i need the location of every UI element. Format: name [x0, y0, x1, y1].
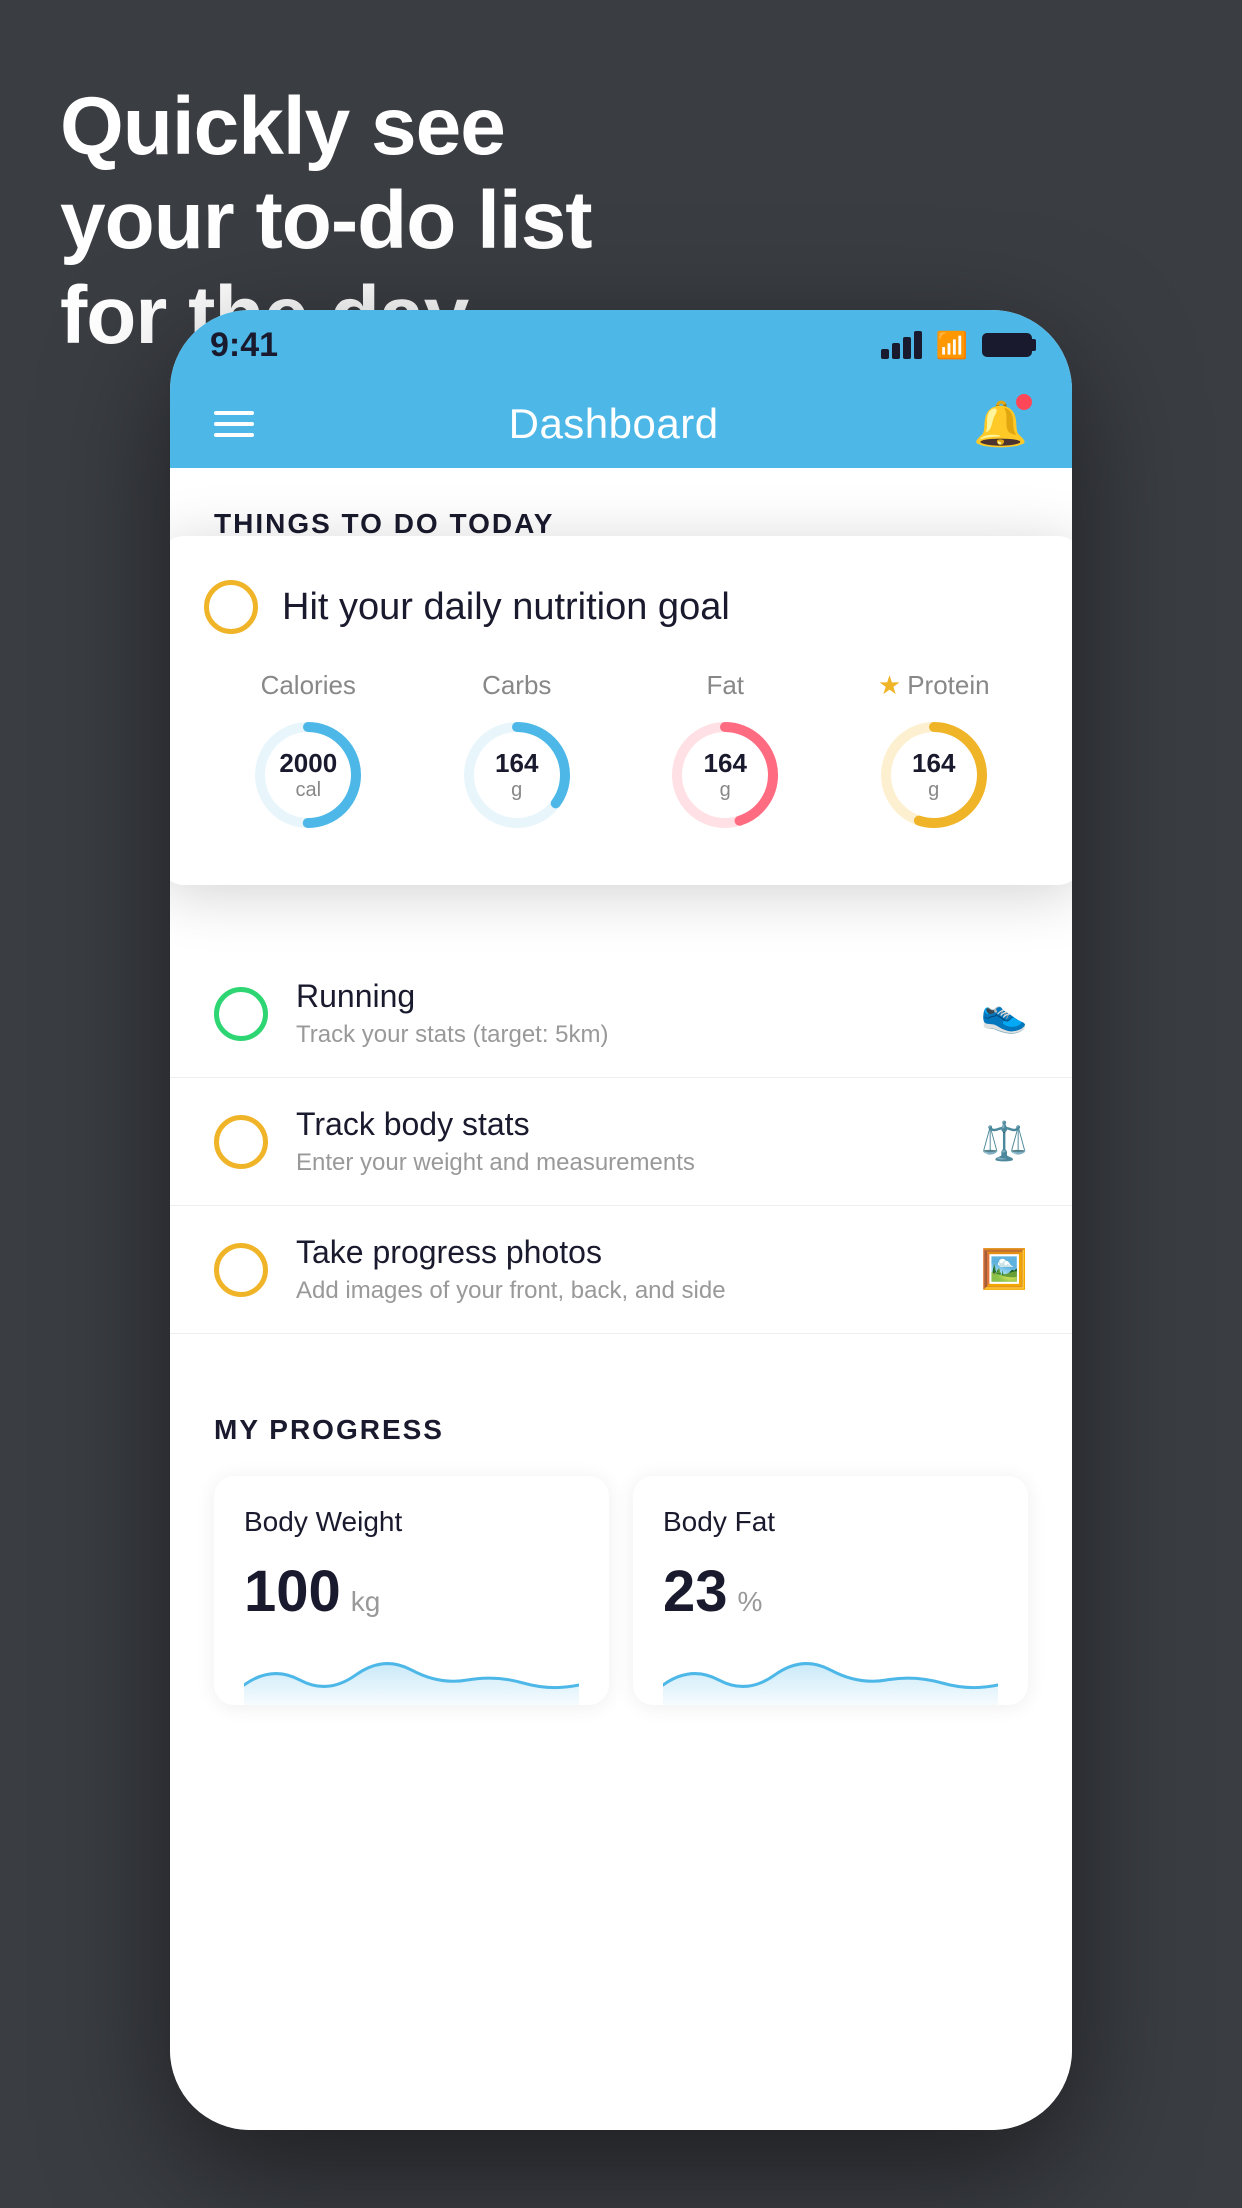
progress-value: 23 % — [663, 1558, 998, 1625]
donut-chart: 164 g — [665, 715, 785, 835]
status-icons: 📶 — [881, 330, 1032, 361]
todo-circle — [214, 1243, 268, 1297]
navbar: Dashboard 🔔 — [170, 380, 1072, 468]
progress-card-title: Body Weight — [244, 1506, 579, 1538]
progress-card[interactable]: Body Weight 100 kg — [214, 1476, 609, 1705]
donut-chart: 164 g — [874, 715, 994, 835]
status-bar: 9:41 📶 — [170, 310, 1072, 380]
card-title: Hit your daily nutrition goal — [282, 586, 730, 629]
todo-title: Running — [296, 978, 953, 1015]
todo-text: Track body stats Enter your weight and m… — [296, 1106, 953, 1177]
nutrition-item: Carbs 164 g — [457, 670, 577, 835]
progress-title: MY PROGRESS — [214, 1414, 1028, 1446]
nutrition-label: ★ Protein — [878, 670, 990, 701]
status-time: 9:41 — [210, 326, 278, 365]
todo-item[interactable]: Take progress photos Add images of your … — [170, 1206, 1072, 1334]
progress-section: MY PROGRESS Body Weight 100 kg Body — [170, 1364, 1072, 1705]
donut-chart: 2000 cal — [248, 715, 368, 835]
task-circle-nutrition — [204, 580, 258, 634]
nutrition-item: Fat 164 g — [665, 670, 785, 835]
todo-subtitle: Track your stats (target: 5km) — [296, 1021, 953, 1049]
mini-chart — [244, 1645, 579, 1705]
progress-number: 23 — [663, 1558, 728, 1625]
todo-list: Running Track your stats (target: 5km) 👟… — [170, 950, 1072, 1334]
todo-subtitle: Add images of your front, back, and side — [296, 1277, 953, 1305]
progress-cards: Body Weight 100 kg Body Fat 23 % — [214, 1476, 1028, 1705]
todo-action-icon: 👟 — [981, 992, 1028, 1036]
todo-circle — [214, 987, 268, 1041]
todo-text: Running Track your stats (target: 5km) — [296, 978, 953, 1049]
todo-title: Take progress photos — [296, 1234, 953, 1271]
todo-subtitle: Enter your weight and measurements — [296, 1149, 953, 1177]
progress-unit: % — [738, 1586, 763, 1618]
phone-content: THINGS TO DO TODAY Hit your daily nutrit… — [170, 468, 1072, 2130]
donut-value: 164 g — [912, 748, 955, 802]
nutrition-card: Hit your daily nutrition goal Calories 2… — [170, 536, 1072, 885]
todo-action-icon: ⚖️ — [981, 1120, 1028, 1164]
phone-mockup: 9:41 📶 Dashboard 🔔 THINGS TO DO TODAY — [170, 310, 1072, 2130]
donut-chart: 164 g — [457, 715, 577, 835]
notifications-button[interactable]: 🔔 — [973, 398, 1028, 450]
nutrition-label: Fat — [706, 670, 744, 701]
battery-icon — [982, 333, 1032, 357]
notification-dot — [1016, 394, 1032, 410]
card-title-row: Hit your daily nutrition goal — [204, 580, 1038, 634]
signal-icon — [881, 331, 922, 359]
nav-title: Dashboard — [509, 400, 719, 448]
nutrition-row: Calories 2000 cal Carbs 164 g — [204, 670, 1038, 835]
nutrition-item: ★ Protein 164 g — [874, 670, 994, 835]
todo-title: Track body stats — [296, 1106, 953, 1143]
progress-value: 100 kg — [244, 1558, 579, 1625]
menu-button[interactable] — [214, 411, 254, 437]
todo-item[interactable]: Track body stats Enter your weight and m… — [170, 1078, 1072, 1206]
todo-action-icon: 🖼️ — [981, 1248, 1028, 1292]
nutrition-label: Carbs — [482, 670, 551, 701]
wifi-icon: 📶 — [936, 330, 968, 361]
progress-card-title: Body Fat — [663, 1506, 998, 1538]
progress-number: 100 — [244, 1558, 341, 1625]
mini-chart — [663, 1645, 998, 1705]
nutrition-item: Calories 2000 cal — [248, 670, 368, 835]
donut-value: 2000 cal — [279, 748, 337, 802]
todo-text: Take progress photos Add images of your … — [296, 1234, 953, 1305]
progress-card[interactable]: Body Fat 23 % — [633, 1476, 1028, 1705]
nutrition-label: Calories — [261, 670, 356, 701]
donut-value: 164 g — [704, 748, 747, 802]
star-icon: ★ — [878, 670, 901, 701]
todo-item[interactable]: Running Track your stats (target: 5km) 👟 — [170, 950, 1072, 1078]
donut-value: 164 g — [495, 748, 538, 802]
progress-unit: kg — [351, 1586, 381, 1618]
todo-circle — [214, 1115, 268, 1169]
